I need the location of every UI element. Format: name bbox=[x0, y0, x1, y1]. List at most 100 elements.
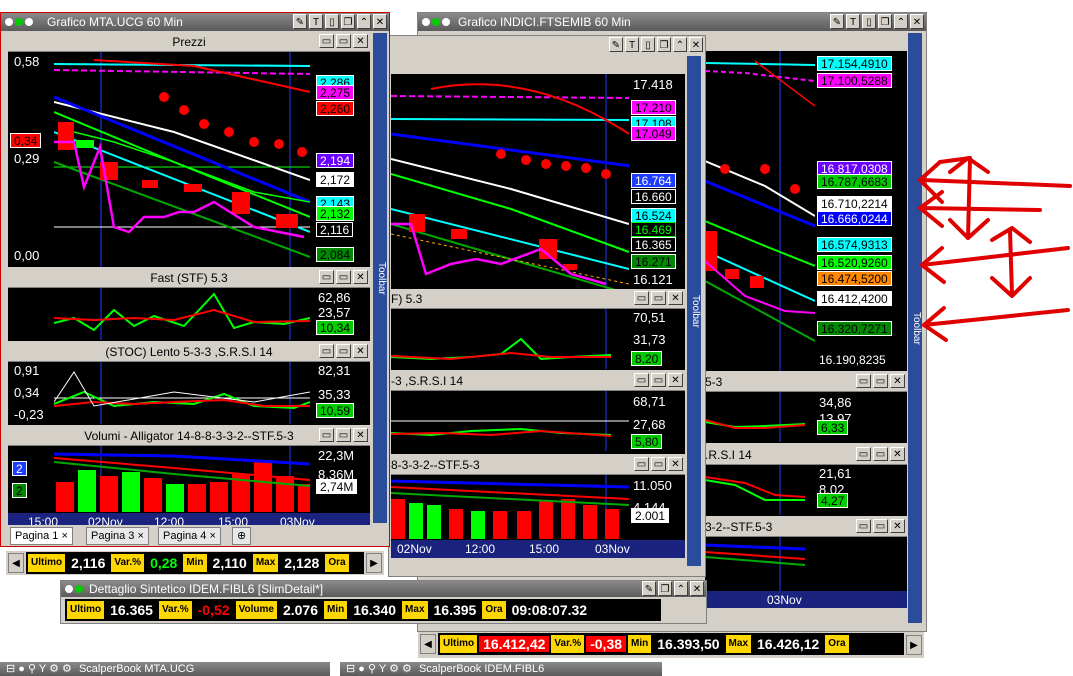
tab-pagina-1[interactable]: Pagina 1 × bbox=[10, 527, 73, 545]
panel-header[interactable]: .R.S.I 14 ▭ ▭ ✕ bbox=[705, 446, 907, 465]
minimize-icon[interactable]: ▭ bbox=[856, 447, 871, 461]
close-icon[interactable]: ✕ bbox=[353, 428, 368, 442]
chart-window-fibl6[interactable]: ✎ T ▯ ❐ ⌃ ✕ Toolbar 17.418 17.210 17.108… bbox=[388, 35, 706, 577]
edit-icon[interactable]: ▯ bbox=[641, 37, 655, 52]
panel-header[interactable]: Prezzi ▭ ▭ ✕ bbox=[8, 33, 370, 52]
minimize-icon[interactable]: ▭ bbox=[319, 428, 334, 442]
scalperbook-window-ucg[interactable]: ⊟ ● ⚲ Y ⚙ ⚙ ScalperBook MTA.UCG bbox=[0, 662, 330, 676]
maximize-icon[interactable]: ▭ bbox=[651, 457, 666, 471]
chevron-up-icon[interactable]: ⌃ bbox=[673, 37, 687, 52]
price-label: 16.190,8235 bbox=[819, 353, 886, 367]
panel-header[interactable]: F) 5.3 ▭ ▭ ✕ bbox=[391, 290, 685, 309]
minimize-icon[interactable]: ▭ bbox=[856, 374, 871, 388]
minimize-icon[interactable]: ▭ bbox=[856, 519, 871, 533]
scroll-right-icon[interactable]: ▶ bbox=[906, 635, 922, 655]
maximize-icon[interactable]: ▭ bbox=[873, 374, 888, 388]
edit-icon[interactable]: ▯ bbox=[862, 14, 876, 29]
chart-window-ucg[interactable]: Grafico MTA.UCG 60 Min ✎ T ▯ ❐ ⌃ ✕ Toolb… bbox=[0, 12, 390, 547]
toolbar-strip[interactable]: Toolbar bbox=[687, 56, 701, 566]
minimize-icon[interactable]: ▭ bbox=[319, 344, 334, 358]
chevron-up-icon[interactable]: ⌃ bbox=[894, 14, 908, 29]
close-icon[interactable]: ✕ bbox=[890, 519, 905, 533]
edit-icon[interactable]: ▯ bbox=[325, 14, 339, 29]
panel-header[interactable]: -3 ,S.R.S.I 14 ▭ ▭ ✕ bbox=[391, 372, 685, 391]
minimize-icon[interactable]: ▭ bbox=[319, 34, 334, 48]
value-tag: 2 bbox=[12, 483, 27, 498]
window-titlebar[interactable]: ✎ T ▯ ❐ ⌃ ✕ bbox=[389, 36, 705, 54]
panel-header[interactable]: Fast (STF) 5.3 ▭ ▭ ✕ bbox=[8, 269, 370, 288]
scroll-left-icon[interactable]: ◀ bbox=[8, 553, 24, 573]
minimize-icon[interactable]: ▭ bbox=[634, 457, 649, 471]
close-icon[interactable]: ✕ bbox=[668, 457, 683, 471]
toolbar-strip[interactable]: Toolbar bbox=[373, 33, 387, 523]
volume-panel: 3-2--STF.5-3 ▭ ▭ ✕ 03Nov bbox=[705, 518, 907, 608]
maximize-icon[interactable]: ▭ bbox=[336, 428, 351, 442]
pencil-icon[interactable]: ✎ bbox=[293, 14, 307, 29]
axis-label: 27,68 bbox=[633, 417, 666, 432]
close-icon[interactable]: × bbox=[62, 530, 68, 542]
maximize-icon[interactable]: ▭ bbox=[336, 34, 351, 48]
time-axis: 02Nov 12:00 15:00 03Nov bbox=[391, 540, 685, 558]
close-icon[interactable]: ✕ bbox=[668, 291, 683, 305]
axis-label: 22,3M bbox=[318, 448, 355, 463]
maximize-icon[interactable]: ▭ bbox=[336, 344, 351, 358]
window-titlebar[interactable]: Grafico INDICI.FTSEMIB 60 Min ✎ T ▯ ❐ ⌃ … bbox=[418, 13, 926, 31]
maximize-icon[interactable]: ▭ bbox=[873, 447, 888, 461]
axis-label: 62,86 bbox=[318, 290, 351, 305]
window-titlebar[interactable]: Grafico MTA.UCG 60 Min ✎ T ▯ ❐ ⌃ ✕ bbox=[1, 13, 389, 31]
value-tag: 2.001 bbox=[631, 508, 670, 523]
panel-header[interactable]: (STOC) Lento 5-3-3 ,S.R.S.I 14 ▭ ▭ ✕ bbox=[8, 343, 370, 362]
panel-header[interactable]: 5-3 ▭ ▭ ✕ bbox=[705, 373, 907, 392]
restore-icon[interactable]: ❐ bbox=[878, 14, 892, 29]
close-icon[interactable]: ✕ bbox=[353, 270, 368, 284]
close-icon[interactable]: ✕ bbox=[353, 34, 368, 48]
restore-icon[interactable]: ❐ bbox=[341, 14, 355, 29]
window-title: Dettaglio Sintetico IDEM.FIBL6 [SlimDeta… bbox=[89, 582, 324, 596]
maximize-icon[interactable]: ▭ bbox=[651, 291, 666, 305]
close-icon[interactable]: ✕ bbox=[373, 14, 387, 29]
scalperbook-window-fibl6[interactable]: ⊟ ● ⚲ Y ⚙ ⚙ ScalperBook IDEM.FIBL6 bbox=[340, 662, 662, 676]
minimize-icon[interactable]: ▭ bbox=[319, 270, 334, 284]
window-titlebar[interactable]: Dettaglio Sintetico IDEM.FIBL6 [SlimDeta… bbox=[61, 581, 706, 597]
chevron-up-icon[interactable]: ⌃ bbox=[674, 581, 688, 596]
scroll-left-icon[interactable]: ◀ bbox=[420, 634, 436, 654]
maximize-icon[interactable]: ▭ bbox=[873, 519, 888, 533]
close-icon[interactable]: × bbox=[138, 530, 144, 542]
close-icon[interactable]: ✕ bbox=[890, 447, 905, 461]
restore-icon[interactable]: ❐ bbox=[658, 581, 672, 596]
value-tag: 2,74M bbox=[316, 479, 358, 494]
detail-window[interactable]: Dettaglio Sintetico IDEM.FIBL6 [SlimDeta… bbox=[60, 580, 707, 624]
scroll-right-icon[interactable]: ▶ bbox=[366, 553, 382, 573]
quote-bar-ucg: ◀ Ultimo 2,116 Var.% 0,28 Min 2,110 Max … bbox=[6, 551, 384, 575]
maximize-icon[interactable]: ▭ bbox=[336, 270, 351, 284]
text-icon[interactable]: T bbox=[846, 14, 860, 29]
close-icon[interactable]: ✕ bbox=[689, 37, 703, 52]
panel-header[interactable]: 8-3-3-2--STF.5-3 ▭ ▭ ✕ bbox=[391, 456, 685, 475]
axis-label: 70,51 bbox=[633, 310, 666, 325]
annotation-arrows bbox=[918, 156, 1072, 342]
pencil-icon[interactable]: ✎ bbox=[609, 37, 623, 52]
minimize-icon[interactable]: ▭ bbox=[634, 291, 649, 305]
text-icon[interactable]: T bbox=[309, 14, 323, 29]
maximize-icon[interactable]: ▭ bbox=[651, 373, 666, 387]
pencil-icon[interactable]: ✎ bbox=[642, 581, 656, 596]
close-icon[interactable]: ✕ bbox=[353, 344, 368, 358]
price-panel: Prezzi ▭ ▭ ✕ 0,58 0,29 0,00 0,34 2,286 2… bbox=[8, 33, 370, 267]
pencil-icon[interactable]: ✎ bbox=[830, 14, 844, 29]
tab-pagina-3[interactable]: Pagina 3 × bbox=[86, 527, 149, 545]
close-icon[interactable]: × bbox=[210, 530, 216, 542]
minimize-icon[interactable]: ▭ bbox=[634, 373, 649, 387]
price-tag: 16.271 bbox=[631, 254, 676, 269]
close-icon[interactable]: ✕ bbox=[910, 14, 924, 29]
panel-header[interactable]: 3-2--STF.5-3 ▭ ▭ ✕ bbox=[705, 518, 907, 537]
close-icon[interactable]: ✕ bbox=[668, 373, 683, 387]
status-dot-icon bbox=[442, 18, 450, 26]
tab-pagina-4[interactable]: Pagina 4 × bbox=[158, 527, 221, 545]
new-tab-icon[interactable]: ⊕ bbox=[232, 527, 252, 545]
panel-header[interactable]: Volumi - Alligator 14-8-8-3-3-2--STF.5-3… bbox=[8, 427, 370, 446]
close-icon[interactable]: ✕ bbox=[690, 581, 704, 596]
restore-icon[interactable]: ❐ bbox=[657, 37, 671, 52]
chevron-up-icon[interactable]: ⌃ bbox=[357, 14, 371, 29]
close-icon[interactable]: ✕ bbox=[890, 374, 905, 388]
text-icon[interactable]: T bbox=[625, 37, 639, 52]
